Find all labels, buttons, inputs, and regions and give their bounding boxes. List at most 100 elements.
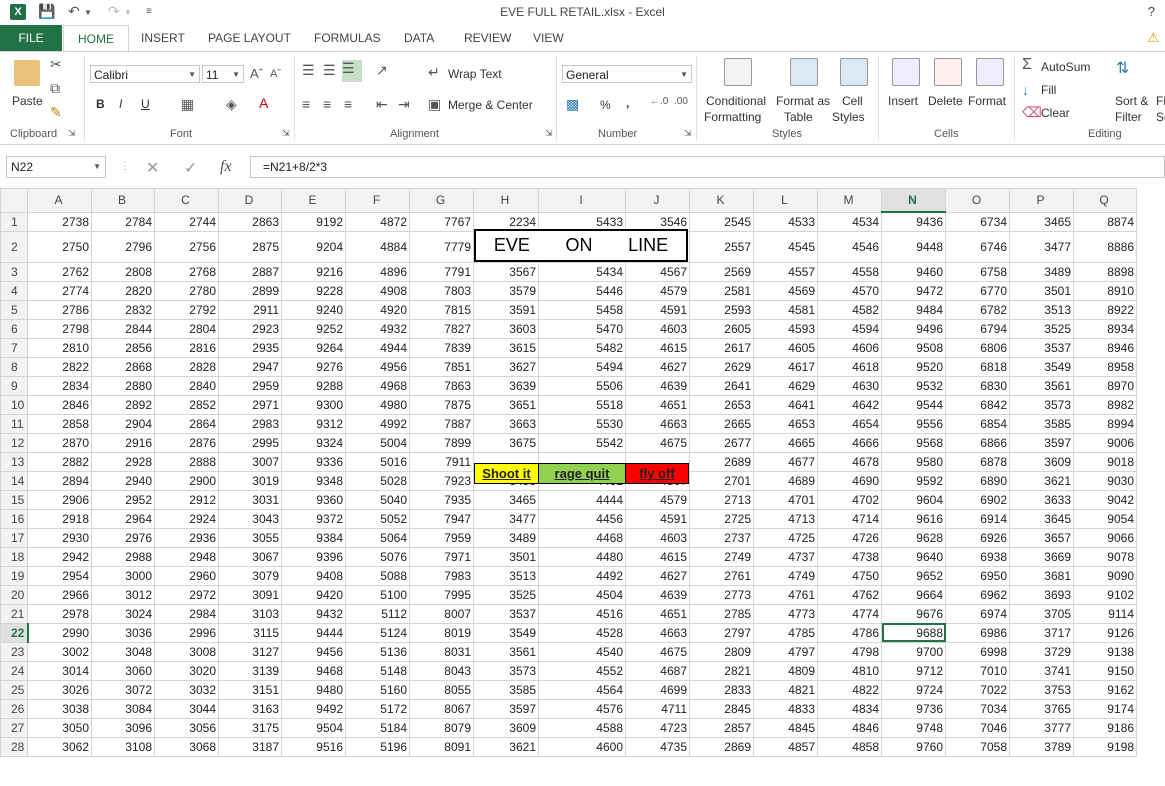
cell-g6[interactable]: 7827 — [409, 318, 474, 339]
cell-i16[interactable]: 4456 — [538, 508, 626, 529]
cell-j21[interactable]: 4651 — [625, 603, 690, 624]
cell-f14[interactable]: 5028 — [345, 470, 410, 491]
cell-b3[interactable]: 2808 — [91, 261, 155, 282]
cell-k24[interactable]: 2821 — [689, 660, 754, 681]
formula-input[interactable]: =N21+8/2*3 — [250, 156, 1165, 178]
tab-view[interactable]: VIEW — [533, 25, 564, 51]
cell-c7[interactable]: 2816 — [154, 337, 219, 358]
cell-h22[interactable]: 3549 — [473, 622, 539, 643]
cell-c19[interactable]: 2960 — [154, 565, 219, 586]
row-header-25[interactable]: 25 — [0, 679, 28, 700]
cell-e8[interactable]: 9276 — [281, 356, 346, 377]
cell-f4[interactable]: 4908 — [345, 280, 410, 301]
cell-b15[interactable]: 2952 — [91, 489, 155, 510]
cell-c5[interactable]: 2792 — [154, 299, 219, 320]
cell-m28[interactable]: 4858 — [817, 736, 882, 757]
cell-b6[interactable]: 2844 — [91, 318, 155, 339]
font-name-select[interactable]: Calibri ▼ — [90, 65, 200, 83]
cell-f6[interactable]: 4932 — [345, 318, 410, 339]
cell-k13[interactable]: 2689 — [689, 451, 754, 472]
cell-d22[interactable]: 3115 — [218, 622, 282, 643]
cell-g21[interactable]: 8007 — [409, 603, 474, 624]
cell-o25[interactable]: 7022 — [945, 679, 1010, 700]
cell-k20[interactable]: 2773 — [689, 584, 754, 605]
delete-cells-button[interactable]: Delete — [928, 94, 963, 108]
clipboard-launcher-icon[interactable]: ⇲ — [68, 128, 76, 139]
cell-n26[interactable]: 9736 — [881, 698, 946, 719]
cell-l7[interactable]: 4605 — [753, 337, 818, 358]
cell-l12[interactable]: 4665 — [753, 432, 818, 453]
cell-c6[interactable]: 2804 — [154, 318, 219, 339]
cell-f23[interactable]: 5136 — [345, 641, 410, 662]
cell-o2[interactable]: 6746 — [945, 230, 1010, 263]
cell-n10[interactable]: 9544 — [881, 394, 946, 415]
cell-g13[interactable]: 7911 — [409, 451, 474, 472]
cell-q16[interactable]: 9054 — [1073, 508, 1137, 529]
cell-l15[interactable]: 4701 — [753, 489, 818, 510]
cell-a25[interactable]: 3026 — [27, 679, 92, 700]
cell-c1[interactable]: 2744 — [154, 211, 219, 232]
cell-d17[interactable]: 3055 — [218, 527, 282, 548]
cell-n12[interactable]: 9568 — [881, 432, 946, 453]
cell-k23[interactable]: 2809 — [689, 641, 754, 662]
increase-indent-icon[interactable]: ⇥ — [398, 96, 410, 113]
cell-n23[interactable]: 9700 — [881, 641, 946, 662]
cell-p8[interactable]: 3549 — [1009, 356, 1074, 377]
cell-q18[interactable]: 9078 — [1073, 546, 1137, 567]
cell-q2[interactable]: 8886 — [1073, 230, 1137, 263]
cell-h10[interactable]: 3651 — [473, 394, 539, 415]
cell-j19[interactable]: 4627 — [625, 565, 690, 586]
format-cells-icon[interactable] — [976, 58, 1004, 86]
cell-p2[interactable]: 3477 — [1009, 230, 1074, 263]
cell-i9[interactable]: 5506 — [538, 375, 626, 396]
cell-o16[interactable]: 6914 — [945, 508, 1010, 529]
cell-d11[interactable]: 2983 — [218, 413, 282, 434]
format-as-table-icon[interactable] — [790, 58, 818, 86]
cell-styles-label-2[interactable]: Styles — [832, 110, 865, 124]
cell-m21[interactable]: 4774 — [817, 603, 882, 624]
column-header-h[interactable]: H — [473, 188, 539, 213]
select-all-corner[interactable] — [0, 188, 28, 213]
cell-d12[interactable]: 2995 — [218, 432, 282, 453]
cell-k15[interactable]: 2713 — [689, 489, 754, 510]
column-header-b[interactable]: B — [91, 188, 155, 213]
column-header-k[interactable]: K — [689, 188, 754, 213]
cell-g16[interactable]: 7947 — [409, 508, 474, 529]
cell-k2[interactable]: 2557 — [689, 230, 754, 263]
find-select-label-2[interactable]: Se — [1156, 110, 1165, 124]
cell-j18[interactable]: 4615 — [625, 546, 690, 567]
cell-e20[interactable]: 9420 — [281, 584, 346, 605]
percent-style-button[interactable]: % — [600, 98, 611, 112]
cell-i18[interactable]: 4480 — [538, 546, 626, 567]
cell-a22[interactable]: 2990 — [27, 622, 92, 643]
cell-d1[interactable]: 2863 — [218, 211, 282, 232]
cell-q3[interactable]: 8898 — [1073, 261, 1137, 282]
cell-n14[interactable]: 9592 — [881, 470, 946, 491]
cell-q11[interactable]: 8994 — [1073, 413, 1137, 434]
cell-n20[interactable]: 9664 — [881, 584, 946, 605]
cell-b16[interactable]: 2964 — [91, 508, 155, 529]
cell-a19[interactable]: 2954 — [27, 565, 92, 586]
cell-l13[interactable]: 4677 — [753, 451, 818, 472]
cell-d7[interactable]: 2935 — [218, 337, 282, 358]
insert-cells-button[interactable]: Insert — [888, 94, 918, 108]
cell-f18[interactable]: 5076 — [345, 546, 410, 567]
cell-k22[interactable]: 2797 — [689, 622, 754, 643]
cell-h3[interactable]: 3567 — [473, 261, 539, 282]
cell-f11[interactable]: 4992 — [345, 413, 410, 434]
cell-g25[interactable]: 8055 — [409, 679, 474, 700]
cell-h23[interactable]: 3561 — [473, 641, 539, 662]
cell-m4[interactable]: 4570 — [817, 280, 882, 301]
column-header-l[interactable]: L — [753, 188, 818, 213]
align-center-icon[interactable]: ≡ — [323, 96, 331, 112]
cell-j17[interactable]: 4603 — [625, 527, 690, 548]
cell-j26[interactable]: 4711 — [625, 698, 690, 719]
cell-c22[interactable]: 2996 — [154, 622, 219, 643]
cell-p17[interactable]: 3657 — [1009, 527, 1074, 548]
cell-f8[interactable]: 4956 — [345, 356, 410, 377]
cell-g3[interactable]: 7791 — [409, 261, 474, 282]
cell-k4[interactable]: 2581 — [689, 280, 754, 301]
row-header-15[interactable]: 15 — [0, 489, 28, 510]
cell-h21[interactable]: 3537 — [473, 603, 539, 624]
cell-d15[interactable]: 3031 — [218, 489, 282, 510]
